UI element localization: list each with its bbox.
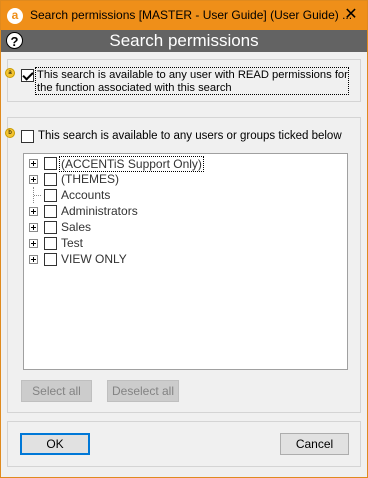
tree-item-label: Test: [61, 236, 84, 250]
tree-item-label: (THEMES): [61, 172, 119, 186]
marker-a-icon: a: [5, 68, 15, 78]
tree-item-label: (ACCENTiS Support Only): [59, 156, 204, 172]
tree-item-administrators[interactable]: Administrators: [24, 203, 344, 219]
marker-b-icon: b: [5, 128, 15, 138]
tree-item-checkbox[interactable]: [44, 221, 57, 234]
tree-item-checkbox[interactable]: [44, 237, 57, 250]
deselect-all-button[interactable]: Deselect all: [107, 380, 179, 402]
user-group-tree[interactable]: (ACCENTiS Support Only) (THEMES) Account…: [23, 153, 348, 370]
tree-item-label: Administrators: [61, 204, 138, 218]
ok-button[interactable]: OK: [20, 433, 90, 455]
read-permission-label-line1: This search is available to any user wit…: [37, 69, 348, 81]
tree-item-checkbox[interactable]: [44, 253, 57, 266]
help-icon[interactable]: ?: [6, 32, 23, 49]
expand-icon[interactable]: [29, 255, 38, 264]
read-permission-label-line2: the function associated with this search: [37, 82, 232, 94]
read-permission-label[interactable]: This search is available to any user wit…: [35, 67, 349, 95]
search-permissions-dialog: a Search permissions [MASTER - User Guid…: [0, 0, 368, 478]
title-bar[interactable]: a Search permissions [MASTER - User Guid…: [1, 1, 367, 30]
app-logo-icon: a: [7, 8, 23, 24]
expand-icon[interactable]: [29, 175, 38, 184]
tree-item-label: VIEW ONLY: [61, 252, 127, 266]
window-title: Search permissions [MASTER - User Guide]…: [30, 8, 353, 22]
expand-icon[interactable]: [29, 239, 38, 248]
tree-item-view-only[interactable]: VIEW ONLY: [24, 251, 344, 267]
cancel-button[interactable]: Cancel: [280, 433, 349, 455]
expand-icon[interactable]: [29, 159, 38, 168]
tree-item-checkbox[interactable]: [44, 205, 57, 218]
tree-item-themes[interactable]: (THEMES): [24, 171, 344, 187]
tree-item-test[interactable]: Test: [24, 235, 344, 251]
close-button[interactable]: ✕: [335, 1, 367, 30]
groups-permission-checkbox[interactable]: [21, 130, 34, 143]
tree-item-sales[interactable]: Sales: [24, 219, 344, 235]
tree-item-accounts[interactable]: Accounts: [24, 187, 344, 203]
tree-item-checkbox[interactable]: [44, 157, 57, 170]
tree-item-checkbox[interactable]: [44, 189, 57, 202]
dialog-header: Search permissions ?: [1, 30, 367, 52]
dialog-heading: Search permissions: [109, 31, 259, 50]
expand-icon[interactable]: [29, 207, 38, 216]
expand-icon[interactable]: [29, 223, 38, 232]
tree-item-checkbox[interactable]: [44, 173, 57, 186]
select-all-button[interactable]: Select all: [21, 380, 92, 402]
tree-item-label: Accounts: [61, 188, 111, 202]
tree-connector: [34, 195, 41, 196]
groups-permission-label[interactable]: This search is available to any users or…: [38, 130, 342, 143]
tree-item-label: Sales: [61, 220, 92, 234]
read-permission-checkbox[interactable]: [21, 69, 34, 82]
tree-item-accentis-support[interactable]: (ACCENTiS Support Only): [24, 155, 344, 172]
